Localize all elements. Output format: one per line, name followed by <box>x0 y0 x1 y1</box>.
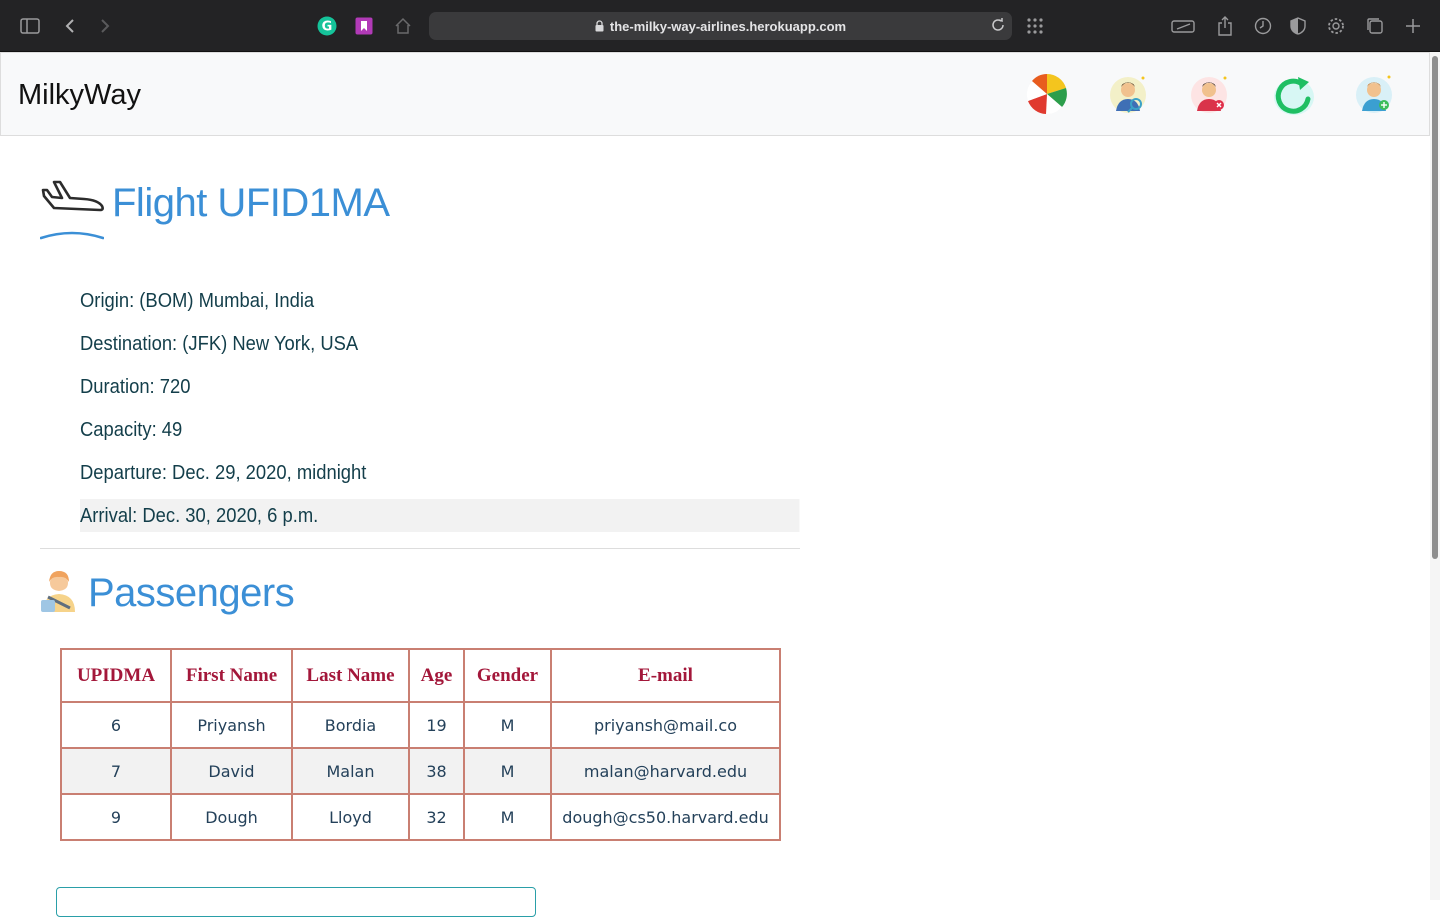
destination-text: Destination: (JFK) New York, USA <box>80 333 359 355</box>
cell-upid: 9 <box>60 793 172 841</box>
search-passenger-icon[interactable] <box>1107 73 1149 115</box>
table-row: 9 Dough Lloyd 32 M dough@cs50.harvard.ed… <box>60 793 781 841</box>
cell-gender: M <box>463 701 552 749</box>
browser-toolbar: G the-milky-way-airlines.herokuapp.com <box>0 0 1440 52</box>
cell-first-name: Priyansh <box>170 701 293 749</box>
cell-age: 38 <box>408 747 465 795</box>
column-header: E-mail <box>550 648 781 703</box>
forward-icon[interactable] <box>99 14 111 38</box>
airplane-landing-icon <box>39 176 105 245</box>
flight-header: Flight UFID1MA <box>39 176 390 245</box>
back-icon[interactable] <box>64 14 76 38</box>
cell-gender: M <box>463 793 552 841</box>
app-navbar: MilkyWay <box>0 52 1430 136</box>
passengers-title: Passengers <box>88 571 295 615</box>
stats-pie-chart-icon[interactable] <box>1026 73 1068 115</box>
table-row: 6 Priyansh Bordia 19 M priyansh@mail.co <box>60 701 781 749</box>
settings-gear-icon[interactable] <box>1327 14 1345 38</box>
cell-first-name: David <box>170 747 293 795</box>
svg-text:G: G <box>322 20 333 35</box>
bookmark-extension-icon[interactable] <box>355 14 373 38</box>
scrollbar-thumb[interactable] <box>1432 56 1438 559</box>
table-row: 7 David Malan 38 M malan@harvard.edu <box>60 747 781 795</box>
sidebar-toggle-icon[interactable] <box>20 14 40 38</box>
address-bar[interactable]: the-milky-way-airlines.herokuapp.com <box>429 12 1012 40</box>
cell-last-name: Malan <box>291 747 410 795</box>
home-icon[interactable] <box>394 14 412 38</box>
reload-icon[interactable] <box>990 17 1006 33</box>
cell-email: malan@harvard.edu <box>550 747 781 795</box>
flight-title: Flight UFID1MA <box>112 181 390 225</box>
cell-email: dough@cs50.harvard.edu <box>550 793 781 841</box>
password-key-icon[interactable] <box>1171 14 1195 38</box>
capacity-text: Capacity: 49 <box>80 419 183 441</box>
cell-last-name: Lloyd <box>291 793 410 841</box>
cell-first-name: Dough <box>170 793 293 841</box>
cell-upid: 7 <box>60 747 172 795</box>
refresh-icon[interactable] <box>1271 73 1314 115</box>
passengers-header: Passengers <box>40 570 295 617</box>
tabs-overview-icon[interactable] <box>1366 14 1384 38</box>
cell-gender: M <box>463 747 552 795</box>
passenger-seated-icon <box>40 570 78 617</box>
cell-email: priyansh@mail.co <box>550 701 781 749</box>
arrival-text: Arrival: Dec. 30, 2020, 6 p.m. <box>80 499 800 532</box>
brand-logo-text[interactable]: MilkyWay <box>18 79 141 112</box>
privacy-shield-icon[interactable] <box>1290 14 1306 38</box>
departure-text: Departure: Dec. 29, 2020, midnight <box>80 462 367 484</box>
url-text: the-milky-way-airlines.herokuapp.com <box>609 18 847 34</box>
cell-age: 19 <box>408 701 465 749</box>
share-icon[interactable] <box>1217 14 1233 38</box>
passengers-table: UPIDMA First Name Last Name Age Gender E… <box>60 648 781 841</box>
column-header: First Name <box>170 648 293 703</box>
flight-details: Origin: (BOM) Mumbai, India Destination:… <box>80 284 800 532</box>
grammarly-icon[interactable]: G <box>317 14 337 38</box>
remove-passenger-icon[interactable] <box>1188 73 1230 115</box>
column-header: UPIDMA <box>60 648 172 703</box>
column-header: Gender <box>463 648 552 703</box>
origin-text: Origin: (BOM) Mumbai, India <box>80 290 315 312</box>
table-header-row: UPIDMA First Name Last Name Age Gender E… <box>60 648 781 703</box>
section-divider <box>40 548 800 549</box>
duration-text: Duration: 720 <box>80 376 191 398</box>
cell-upid: 6 <box>60 701 172 749</box>
bottom-form-box[interactable] <box>56 887 536 917</box>
new-tab-icon[interactable] <box>1405 14 1421 38</box>
apps-grid-icon[interactable] <box>1026 14 1044 38</box>
cell-last-name: Bordia <box>291 701 410 749</box>
cell-age: 32 <box>408 793 465 841</box>
column-header: Age <box>408 648 465 703</box>
lock-icon <box>595 20 604 32</box>
history-icon[interactable] <box>1254 14 1272 38</box>
add-passenger-icon[interactable] <box>1353 73 1395 115</box>
column-header: Last Name <box>291 648 410 703</box>
